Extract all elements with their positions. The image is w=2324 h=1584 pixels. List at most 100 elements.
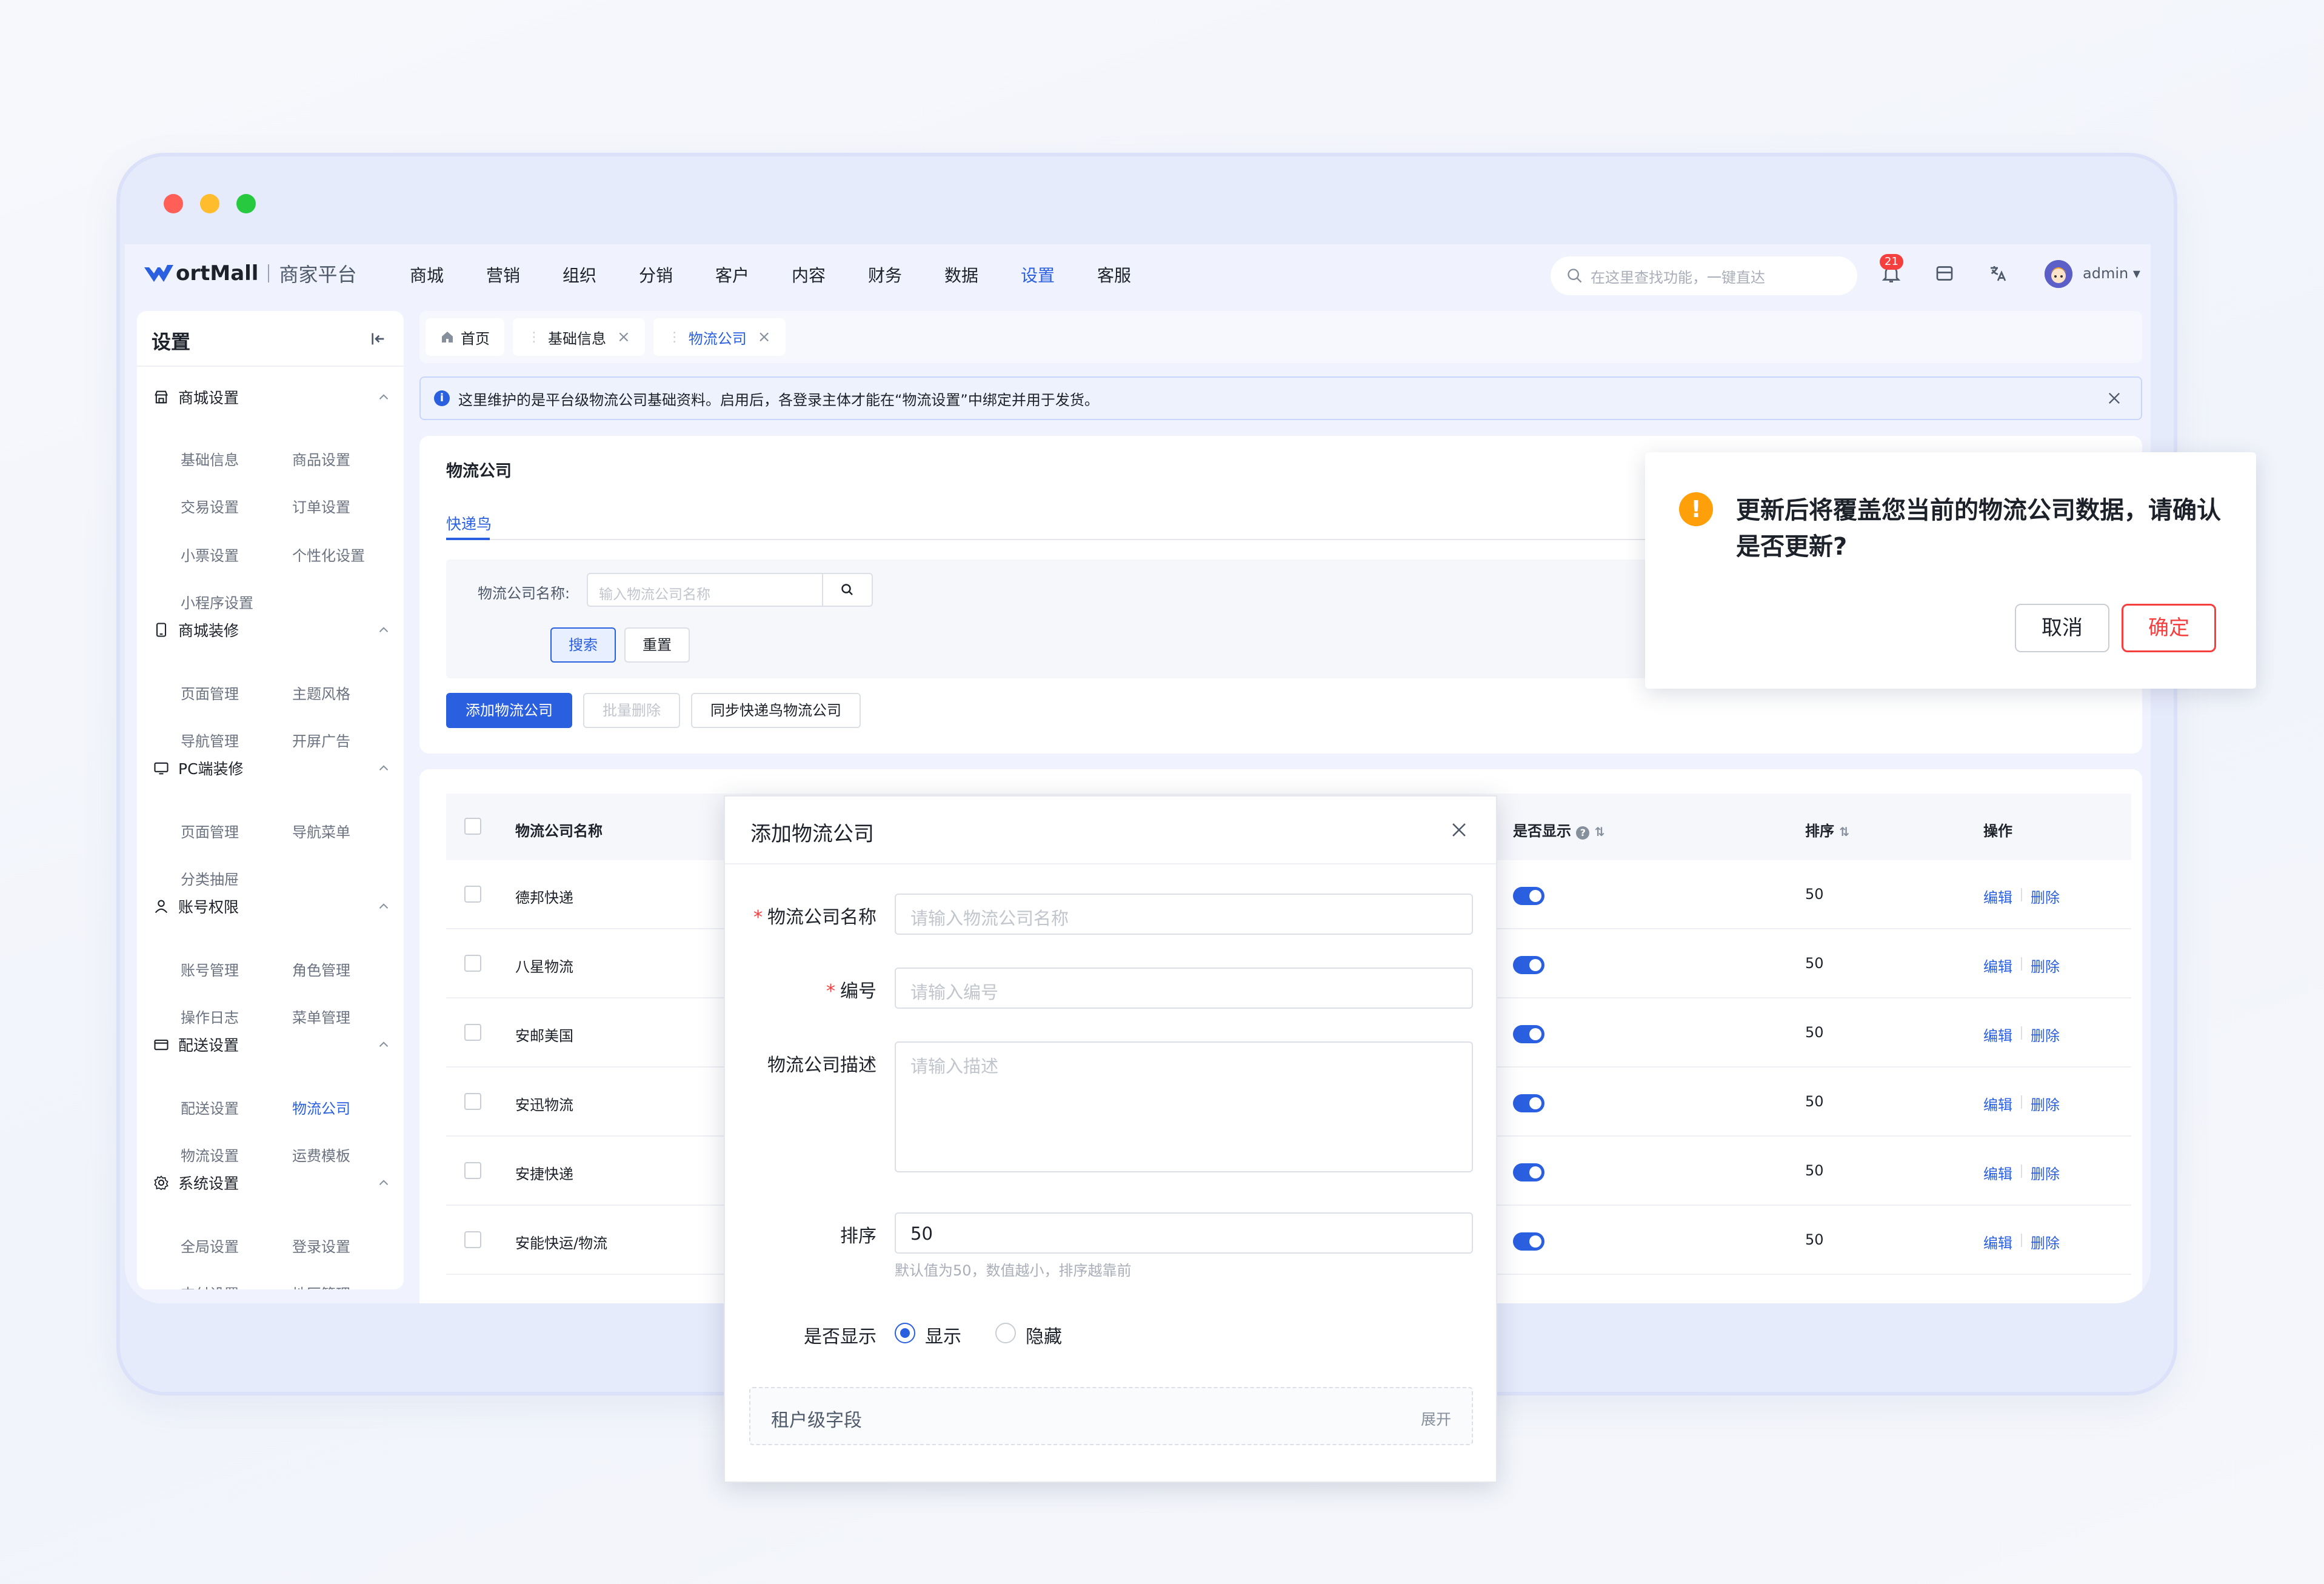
sidebar-item-logistics-settings[interactable]: 物流设置: [181, 1144, 239, 1165]
sort-icon[interactable]: ⇅: [1595, 824, 1605, 839]
sidebar-item-personalization[interactable]: 个性化设置: [292, 544, 365, 565]
collapse-sidebar-icon[interactable]: [369, 329, 388, 349]
edit-link[interactable]: 编辑: [1983, 1162, 2012, 1183]
delete-link[interactable]: 删除: [2031, 1162, 2060, 1183]
sidebar-item-account-management[interactable]: 账号管理: [181, 958, 239, 980]
sidebar-item-theme-style[interactable]: 主题风格: [292, 682, 350, 703]
column-header-sort[interactable]: 排序 ⇅: [1805, 819, 1849, 840]
description-textarea[interactable]: 请输入描述: [895, 1041, 1473, 1172]
select-all-checkbox[interactable]: [464, 818, 481, 835]
visible-toggle[interactable]: [1513, 956, 1544, 974]
edit-link[interactable]: 编辑: [1983, 955, 2012, 976]
sidebar-item-logistics-company[interactable]: 物流公司: [292, 1097, 350, 1118]
visible-hide-radio[interactable]: [995, 1323, 1016, 1343]
edit-link[interactable]: 编辑: [1983, 1231, 2012, 1252]
nav-item-content[interactable]: 内容: [792, 262, 868, 287]
sync-kdniao-button[interactable]: 同步快递鸟物流公司: [691, 693, 861, 728]
sidebar-item-order-settings[interactable]: 订单设置: [292, 495, 350, 516]
close-icon[interactable]: [1449, 820, 1469, 840]
delete-link[interactable]: 删除: [2031, 955, 2060, 976]
visible-show-radio[interactable]: [895, 1323, 915, 1343]
nav-item-customer[interactable]: 客户: [715, 262, 792, 287]
sidebar-item-login-settings[interactable]: 登录设置: [292, 1235, 350, 1256]
reset-button[interactable]: 重置: [624, 627, 690, 663]
sidebar-item-nav-menu[interactable]: 导航菜单: [292, 820, 350, 841]
nav-item-data[interactable]: 数据: [944, 262, 1021, 287]
tab-logistics-company[interactable]: ⋮ 物流公司 ×: [653, 318, 786, 356]
minimize-window-button[interactable]: [200, 194, 219, 213]
sidebar-group-header[interactable]: PC端装修: [153, 756, 392, 780]
visible-toggle[interactable]: [1513, 887, 1544, 905]
tenant-fields-section[interactable]: 租户级字段 展开: [749, 1387, 1473, 1445]
visible-hide-label[interactable]: 隐藏: [1026, 1322, 1062, 1348]
sidebar-item-global-settings[interactable]: 全局设置: [181, 1235, 239, 1256]
visible-toggle[interactable]: [1513, 1025, 1544, 1043]
close-icon[interactable]: ×: [617, 328, 630, 346]
sidebar-item-trade-settings[interactable]: 交易设置: [181, 495, 239, 516]
sidebar-item-receipt-settings[interactable]: 小票设置: [181, 544, 239, 565]
nav-item-distribution[interactable]: 分销: [639, 262, 715, 287]
sidebar-item-delivery-settings[interactable]: 配送设置: [181, 1097, 239, 1118]
sidebar-item-miniprogram-settings[interactable]: 小程序设置: [181, 591, 253, 612]
row-checkbox[interactable]: [464, 1162, 481, 1179]
close-icon[interactable]: ×: [758, 328, 771, 346]
company-name-input[interactable]: 请输入物流公司名称: [895, 894, 1473, 935]
logo[interactable]: ortMall 商家平台: [143, 261, 356, 286]
search-input-button[interactable]: [822, 573, 873, 607]
username-dropdown[interactable]: admin ▾: [2083, 265, 2140, 282]
search-button[interactable]: 搜索: [550, 627, 616, 663]
visible-toggle[interactable]: [1513, 1232, 1544, 1251]
sidebar-item-category-drawer[interactable]: 分类抽屉: [181, 867, 239, 889]
drag-handle-icon[interactable]: ⋮: [527, 330, 541, 345]
edit-link[interactable]: 编辑: [1983, 1093, 2012, 1114]
nav-item-service[interactable]: 客服: [1097, 262, 1174, 287]
code-input[interactable]: 请输入编号: [895, 967, 1473, 1009]
sidebar-group-header[interactable]: 商城装修: [153, 618, 392, 642]
sidebar-item-splash-ad[interactable]: 开屏广告: [292, 729, 350, 750]
sort-input[interactable]: 50: [895, 1212, 1473, 1254]
sidebar-item-payment-settings[interactable]: 支付设置: [181, 1282, 239, 1289]
cancel-button[interactable]: 取消: [2015, 604, 2109, 652]
add-logistics-company-button[interactable]: 添加物流公司: [446, 693, 572, 728]
nav-item-marketing[interactable]: 营销: [486, 262, 563, 287]
drag-handle-icon[interactable]: ⋮: [668, 330, 681, 345]
sidebar-item-basic-info[interactable]: 基础信息: [181, 448, 239, 469]
visible-toggle[interactable]: [1513, 1094, 1544, 1112]
close-icon[interactable]: [2106, 390, 2123, 407]
sidebar-item-operation-log[interactable]: 操作日志: [181, 1006, 239, 1027]
batch-delete-button[interactable]: 批量删除: [583, 693, 680, 728]
row-checkbox[interactable]: [464, 1231, 481, 1248]
nav-item-settings[interactable]: 设置: [1021, 262, 1097, 287]
nav-item-mall[interactable]: 商城: [410, 262, 486, 287]
avatar[interactable]: [2045, 260, 2072, 288]
delete-link[interactable]: 删除: [2031, 1024, 2060, 1045]
sidebar-group-header[interactable]: 配送设置: [153, 1032, 392, 1057]
function-search-input[interactable]: 在这里查找功能，一键直达: [1551, 256, 1857, 295]
sort-icon[interactable]: ⇅: [1839, 824, 1849, 839]
sidebar-group-header[interactable]: 商城设置: [153, 385, 392, 409]
delete-link[interactable]: 删除: [2031, 886, 2060, 907]
sidebar-item-product-settings[interactable]: 商品设置: [292, 448, 350, 469]
close-window-button[interactable]: [164, 194, 183, 213]
edit-link[interactable]: 编辑: [1983, 1024, 2012, 1045]
confirm-button[interactable]: 确定: [2122, 604, 2216, 652]
visible-show-label[interactable]: 显示: [925, 1322, 961, 1348]
sidebar-item-role-management[interactable]: 角色管理: [292, 958, 350, 980]
column-header-visible[interactable]: 是否显示 ? ⇅: [1513, 819, 1604, 840]
tab-home[interactable]: 首页: [426, 318, 504, 356]
visible-toggle[interactable]: [1513, 1163, 1544, 1181]
row-checkbox[interactable]: [464, 1093, 481, 1110]
tab-basic-info[interactable]: ⋮ 基础信息 ×: [513, 318, 645, 356]
edit-link[interactable]: 编辑: [1983, 886, 2012, 907]
sidebar-group-header[interactable]: 账号权限: [153, 894, 392, 918]
nav-item-finance[interactable]: 财务: [868, 262, 944, 287]
company-name-search-input[interactable]: 输入物流公司名称: [587, 573, 823, 607]
nav-item-organization[interactable]: 组织: [563, 262, 639, 287]
row-checkbox[interactable]: [464, 886, 481, 903]
tab-kdniao[interactable]: 快递鸟: [446, 512, 492, 534]
help-icon[interactable]: ?: [1576, 826, 1590, 840]
sidebar-group-header[interactable]: 系统设置: [153, 1171, 392, 1195]
sidebar-item-pc-page-management[interactable]: 页面管理: [181, 820, 239, 841]
expand-button[interactable]: 展开: [1421, 1408, 1451, 1429]
maximize-window-button[interactable]: [236, 194, 256, 213]
